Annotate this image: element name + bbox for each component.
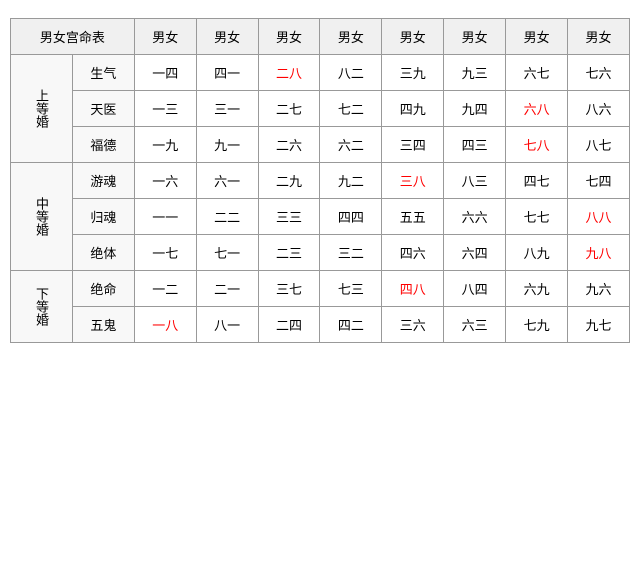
table-row: 中等婚游魂一六六一二九九二三八八三四七七四 — [11, 163, 630, 199]
cell-1-0-7: 七四 — [568, 163, 630, 199]
group-label-0: 上等婚 — [11, 55, 73, 163]
cell-0-1-2: 二七 — [258, 91, 320, 127]
cell-0-1-4: 四九 — [382, 91, 444, 127]
col-header-2: 男女 — [196, 19, 258, 55]
cell-0-1-6: 六八 — [506, 91, 568, 127]
cell-0-0-5: 九三 — [444, 55, 506, 91]
table-row: 归魂一一二二三三四四五五六六七七八八 — [11, 199, 630, 235]
cell-1-1-3: 四四 — [320, 199, 382, 235]
cell-1-2-5: 六四 — [444, 235, 506, 271]
cell-2-0-1: 二一 — [196, 271, 258, 307]
table-row: 下等婚绝命一二二一三七七三四八八四六九九六 — [11, 271, 630, 307]
cell-0-2-4: 三四 — [382, 127, 444, 163]
cell-0-2-1: 九一 — [196, 127, 258, 163]
marriage-table: 男女宫命表男女男女男女男女男女男女男女男女 上等婚生气一四四一二八八二三九九三六… — [10, 18, 630, 343]
cell-1-1-1: 二二 — [196, 199, 258, 235]
cell-1-2-4: 四六 — [382, 235, 444, 271]
group-label-2: 下等婚 — [11, 271, 73, 343]
cell-1-0-6: 四七 — [506, 163, 568, 199]
cell-1-1-0: 一一 — [134, 199, 196, 235]
cell-0-0-7: 七六 — [568, 55, 630, 91]
row-label-0-0: 生气 — [72, 55, 134, 91]
cell-0-0-3: 八二 — [320, 55, 382, 91]
cell-1-1-7: 八八 — [568, 199, 630, 235]
cell-1-1-2: 三三 — [258, 199, 320, 235]
cell-0-1-1: 三一 — [196, 91, 258, 127]
cell-1-0-2: 二九 — [258, 163, 320, 199]
row-label-2-1: 五鬼 — [72, 307, 134, 343]
cell-2-1-4: 三六 — [382, 307, 444, 343]
col-header-7: 男女 — [506, 19, 568, 55]
cell-1-0-3: 九二 — [320, 163, 382, 199]
cell-2-0-0: 一二 — [134, 271, 196, 307]
cell-0-2-6: 七八 — [506, 127, 568, 163]
cell-2-1-3: 四二 — [320, 307, 382, 343]
cell-0-2-0: 一九 — [134, 127, 196, 163]
table-row: 福德一九九一二六六二三四四三七八八七 — [11, 127, 630, 163]
cell-0-2-2: 二六 — [258, 127, 320, 163]
col-header-8: 男女 — [568, 19, 630, 55]
cell-1-0-0: 一六 — [134, 163, 196, 199]
cell-1-0-5: 八三 — [444, 163, 506, 199]
row-label-1-0: 游魂 — [72, 163, 134, 199]
cell-0-1-7: 八六 — [568, 91, 630, 127]
cell-1-1-6: 七七 — [506, 199, 568, 235]
cell-0-1-5: 九四 — [444, 91, 506, 127]
cell-1-0-4: 三八 — [382, 163, 444, 199]
cell-2-1-5: 六三 — [444, 307, 506, 343]
row-label-0-2: 福德 — [72, 127, 134, 163]
cell-1-2-1: 七一 — [196, 235, 258, 271]
cell-0-0-0: 一四 — [134, 55, 196, 91]
group-label-1: 中等婚 — [11, 163, 73, 271]
cell-0-2-3: 六二 — [320, 127, 382, 163]
cell-1-2-7: 九八 — [568, 235, 630, 271]
cell-0-0-2: 二八 — [258, 55, 320, 91]
cell-0-0-1: 四一 — [196, 55, 258, 91]
cell-1-2-6: 八九 — [506, 235, 568, 271]
col-header-6: 男女 — [444, 19, 506, 55]
cell-2-0-4: 四八 — [382, 271, 444, 307]
cell-2-1-6: 七九 — [506, 307, 568, 343]
cell-2-1-2: 二四 — [258, 307, 320, 343]
col-header-4: 男女 — [320, 19, 382, 55]
row-label-0-1: 天医 — [72, 91, 134, 127]
cell-1-1-5: 六六 — [444, 199, 506, 235]
corner-header: 男女宫命表 — [11, 19, 135, 55]
col-header-1: 男女 — [134, 19, 196, 55]
cell-0-0-4: 三九 — [382, 55, 444, 91]
cell-2-0-2: 三七 — [258, 271, 320, 307]
cell-0-1-0: 一三 — [134, 91, 196, 127]
cell-2-1-0: 一八 — [134, 307, 196, 343]
table-row: 上等婚生气一四四一二八八二三九九三六七七六 — [11, 55, 630, 91]
cell-2-1-1: 八一 — [196, 307, 258, 343]
row-label-1-1: 归魂 — [72, 199, 134, 235]
col-header-3: 男女 — [258, 19, 320, 55]
cell-1-2-0: 一七 — [134, 235, 196, 271]
table-row: 天医一三三一二七七二四九九四六八八六 — [11, 91, 630, 127]
cell-2-1-7: 九七 — [568, 307, 630, 343]
cell-0-2-7: 八七 — [568, 127, 630, 163]
cell-1-2-2: 二三 — [258, 235, 320, 271]
table-row: 五鬼一八八一二四四二三六六三七九九七 — [11, 307, 630, 343]
cell-0-2-5: 四三 — [444, 127, 506, 163]
row-label-1-2: 绝体 — [72, 235, 134, 271]
cell-2-0-6: 六九 — [506, 271, 568, 307]
cell-2-0-3: 七三 — [320, 271, 382, 307]
cell-2-0-5: 八四 — [444, 271, 506, 307]
row-label-2-0: 绝命 — [72, 271, 134, 307]
cell-1-1-4: 五五 — [382, 199, 444, 235]
cell-0-0-6: 六七 — [506, 55, 568, 91]
cell-1-0-1: 六一 — [196, 163, 258, 199]
cell-0-1-3: 七二 — [320, 91, 382, 127]
cell-2-0-7: 九六 — [568, 271, 630, 307]
cell-1-2-3: 三二 — [320, 235, 382, 271]
col-header-5: 男女 — [382, 19, 444, 55]
table-row: 绝体一七七一二三三二四六六四八九九八 — [11, 235, 630, 271]
